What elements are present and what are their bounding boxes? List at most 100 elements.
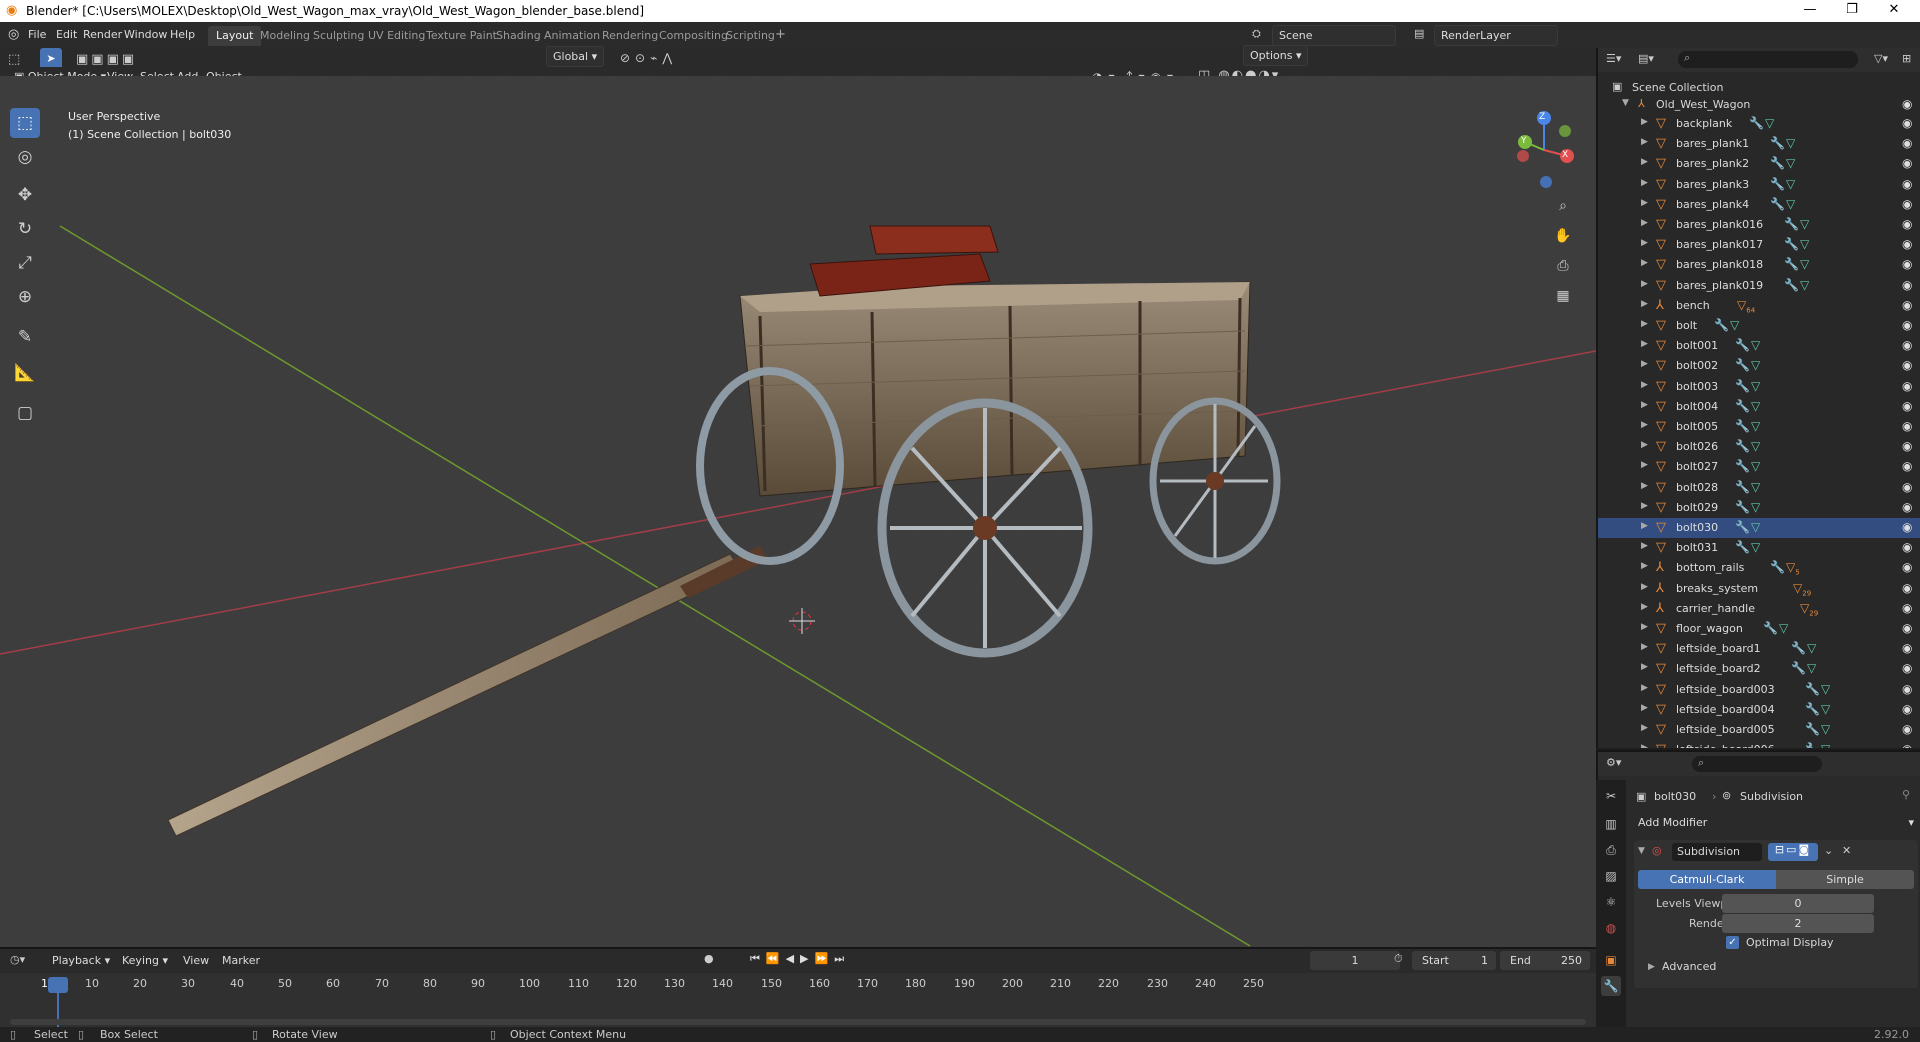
outliner-item-label[interactable]: leftside_board2 bbox=[1676, 662, 1761, 675]
eye-icon[interactable]: ◉ bbox=[1902, 500, 1912, 514]
eye-icon[interactable]: ◉ bbox=[1902, 116, 1912, 130]
pin-icon[interactable]: ⚲ bbox=[1902, 788, 1910, 801]
expand-arrow-icon[interactable]: ▶ bbox=[1641, 723, 1648, 733]
outliner-item[interactable]: ▶ ⅄ bench ▽64 ◉ bbox=[1598, 296, 1920, 316]
catmull-clark-button[interactable]: Catmull-Clark bbox=[1638, 870, 1776, 889]
expand-arrow-icon[interactable]: ▶ bbox=[1641, 703, 1648, 713]
record-keyframe-icon[interactable]: ● bbox=[704, 952, 714, 965]
select-box-tool-icon[interactable]: ⬚ bbox=[10, 108, 40, 138]
blender-menu-icon[interactable]: ◎ bbox=[8, 27, 19, 42]
outliner-item[interactable]: ▶ ▽ bolt002 🔧 ▽ ◉ bbox=[1598, 356, 1920, 376]
outliner-item[interactable]: ▶ ▽ leftside_board1 🔧 ▽ ◉ bbox=[1598, 639, 1920, 659]
outliner-item[interactable]: ▶▽leftside_board006🔧▽◉ bbox=[1598, 740, 1920, 748]
scale-tool-icon[interactable]: ⤢ bbox=[10, 248, 40, 278]
menu-edit[interactable]: Edit bbox=[56, 28, 77, 41]
outliner-item-label[interactable]: leftside_board1 bbox=[1676, 642, 1761, 655]
expand-arrow-icon[interactable]: ▶ bbox=[1641, 743, 1648, 748]
outliner-item[interactable]: ▶ ⅄ breaks_system ▽29 ◉ bbox=[1598, 579, 1920, 599]
modifier-tab-icon[interactable]: 🔧 bbox=[1601, 976, 1621, 996]
outliner-item-label[interactable]: backplank bbox=[1676, 117, 1732, 130]
expand-arrow-icon[interactable]: ▶ bbox=[1641, 420, 1648, 430]
expand-arrow-icon[interactable]: ▶ bbox=[1641, 359, 1648, 369]
scene-selector[interactable]: Scene bbox=[1272, 25, 1396, 46]
expand-arrow-icon[interactable]: ▶ bbox=[1641, 440, 1648, 450]
view-layer-tab-icon[interactable]: ▨ bbox=[1601, 866, 1621, 886]
outliner-item-label[interactable]: breaks_system bbox=[1676, 582, 1758, 595]
expand-arrow-icon[interactable]: ▶ bbox=[1641, 218, 1648, 228]
modifier-visibility-toggles[interactable]: ⊟▭◙ bbox=[1768, 843, 1818, 861]
add-cube-tool-icon[interactable]: ▢ bbox=[10, 398, 40, 428]
eye-icon[interactable]: ◉ bbox=[1902, 399, 1912, 413]
outliner-item-label[interactable]: bares_plank017 bbox=[1676, 238, 1763, 251]
eye-icon[interactable]: ◉ bbox=[1902, 722, 1912, 736]
eye-icon[interactable]: ◉ bbox=[1902, 318, 1912, 332]
outliner-item-label[interactable]: bares_plank019 bbox=[1676, 279, 1763, 292]
advanced-panel-label[interactable]: Advanced bbox=[1662, 960, 1716, 973]
outliner-item[interactable]: ▶ ▽ bares_plank3 🔧 ▽ ◉ bbox=[1598, 175, 1920, 195]
outliner-item-label[interactable]: bolt030 bbox=[1676, 521, 1718, 534]
outliner-item[interactable]: ▶ ▽ bolt030 🔧 ▽ ◉ bbox=[1598, 518, 1920, 538]
eye-icon[interactable]: ◉ bbox=[1902, 459, 1912, 473]
outliner-item-label[interactable]: bolt031 bbox=[1676, 541, 1718, 554]
timeline-playback-menu[interactable]: Playback ▾ bbox=[52, 954, 110, 967]
maximize-button[interactable]: ❐ bbox=[1832, 2, 1872, 17]
eye-icon[interactable]: ◉ bbox=[1902, 156, 1912, 170]
outliner-item-label[interactable]: leftside_board006 bbox=[1676, 743, 1775, 748]
eye-icon[interactable]: ◉ bbox=[1902, 298, 1912, 312]
outliner-item[interactable]: ▶ ▽ bares_plank019 🔧 ▽ ◉ bbox=[1598, 276, 1920, 296]
eye-icon[interactable]: ◉ bbox=[1902, 621, 1912, 635]
transform-tool-icon[interactable]: ⊕ bbox=[10, 282, 40, 312]
eye-icon[interactable]: ◉ bbox=[1902, 742, 1912, 748]
outliner-item[interactable]: ▶ ▽ bares_plank2 🔧 ▽ ◉ bbox=[1598, 154, 1920, 174]
outliner-item-label[interactable]: bolt002 bbox=[1676, 359, 1718, 372]
expand-arrow-icon[interactable]: ▶ bbox=[1641, 481, 1648, 491]
rotate-tool-icon[interactable]: ↻ bbox=[10, 214, 40, 244]
expand-arrow-icon[interactable]: ▶ bbox=[1641, 602, 1648, 612]
expand-arrow-icon[interactable]: ▶ bbox=[1641, 238, 1648, 248]
menu-file[interactable]: File bbox=[28, 28, 46, 41]
outliner-item[interactable]: ▶ ▽ bares_plank017 🔧 ▽ ◉ bbox=[1598, 235, 1920, 255]
minimize-button[interactable]: — bbox=[1790, 2, 1830, 17]
expand-arrow-icon[interactable]: ▶ bbox=[1641, 521, 1648, 531]
pan-hand-icon[interactable]: ✋ bbox=[1551, 224, 1575, 248]
ortho-grid-icon[interactable]: ▦ bbox=[1551, 284, 1575, 308]
outliner-item-label[interactable]: bares_plank2 bbox=[1676, 157, 1749, 170]
outliner-item-label[interactable]: leftside_board004 bbox=[1676, 703, 1775, 716]
expand-arrow-icon[interactable]: ▶ bbox=[1641, 258, 1648, 268]
cursor-tool-icon[interactable]: ◎ bbox=[10, 142, 40, 172]
render-levels-field[interactable]: 2 bbox=[1722, 914, 1874, 933]
move-tool-icon[interactable]: ✥ bbox=[10, 180, 40, 210]
properties-search-input[interactable]: ⌕ bbox=[1692, 756, 1822, 772]
outliner-item[interactable]: ▶ ▽ bares_plank1 🔧 ▽ ◉ bbox=[1598, 134, 1920, 154]
eye-icon[interactable]: ◉ bbox=[1902, 257, 1912, 271]
advanced-expand-icon[interactable]: ▶ bbox=[1648, 962, 1655, 972]
add-modifier-dropdown[interactable]: Add Modifier ▾ bbox=[1634, 812, 1918, 834]
end-frame-field[interactable]: End 250 bbox=[1500, 951, 1590, 970]
panel-collapse-icon[interactable]: ▼ bbox=[1638, 846, 1645, 856]
transform-orientation-select[interactable]: Global ▾ bbox=[546, 46, 605, 67]
renderlayer-selector[interactable]: RenderLayer bbox=[1434, 25, 1558, 46]
expand-arrow-icon[interactable]: ▶ bbox=[1641, 178, 1648, 188]
playhead[interactable] bbox=[48, 977, 68, 993]
outliner-item[interactable]: ▶ ▽ bolt027 🔧 ▽ ◉ bbox=[1598, 457, 1920, 477]
outliner-item[interactable]: ▶ ⅄ carrier_handle ▽29 ◉ bbox=[1598, 599, 1920, 619]
playback-controls-icons[interactable]: ⏮⏪◀▶⏩⏭ bbox=[750, 952, 850, 966]
eye-icon[interactable]: ◉ bbox=[1902, 177, 1912, 191]
timeline-ruler[interactable]: 1 10 20 30 40 50 60 70 80 90 100 110 120 130 140 150 160… bbox=[0, 973, 1596, 1029]
eye-icon[interactable]: ◉ bbox=[1902, 540, 1912, 554]
expand-arrow-icon[interactable]: ▶ bbox=[1641, 561, 1648, 571]
expand-arrow-icon[interactable]: ▶ bbox=[1641, 339, 1648, 349]
eye-icon[interactable]: ◉ bbox=[1902, 520, 1912, 534]
expand-arrow-icon[interactable]: ▶ bbox=[1641, 198, 1648, 208]
eye-icon[interactable]: ◉ bbox=[1902, 661, 1912, 675]
expand-arrow-icon[interactable]: ▶ bbox=[1641, 279, 1648, 289]
outliner-item-label[interactable]: bolt bbox=[1676, 319, 1697, 332]
eye-icon[interactable]: ◉ bbox=[1902, 358, 1912, 372]
simple-button[interactable]: Simple bbox=[1776, 870, 1914, 889]
outliner-item[interactable]: ▶ ▽ bolt001 🔧 ▽ ◉ bbox=[1598, 336, 1920, 356]
close-button[interactable]: ✕ bbox=[1874, 2, 1914, 17]
timeline-view-menu[interactable]: View bbox=[183, 954, 209, 967]
eye-icon[interactable]: ◉ bbox=[1902, 136, 1912, 150]
expand-arrow-icon[interactable]: ▶ bbox=[1641, 622, 1648, 632]
timeline-keying-menu[interactable]: Keying ▾ bbox=[122, 954, 168, 967]
